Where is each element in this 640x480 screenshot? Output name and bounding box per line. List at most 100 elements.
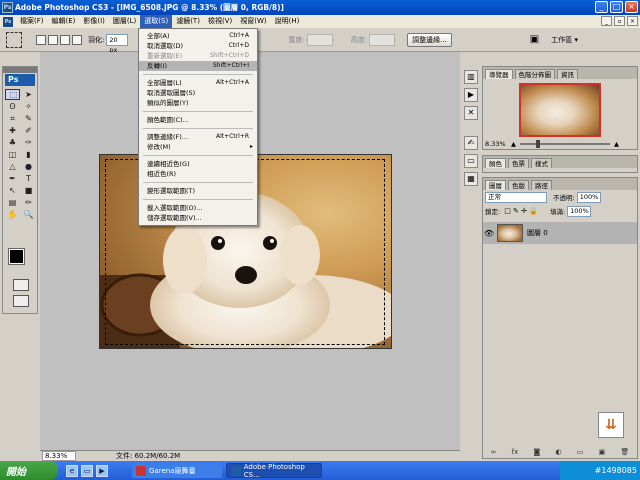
brushes-panel-icon[interactable]: ✍ xyxy=(464,136,478,150)
close-button[interactable]: × xyxy=(625,1,638,13)
clone-stamp-tool-icon[interactable]: ♣ xyxy=(5,137,20,148)
adjustment-layer-icon[interactable]: ◐ xyxy=(555,448,561,458)
menu-item-all-layers[interactable]: 全部圖層(L) Alt+Ctrl+A xyxy=(139,78,257,88)
menu-item-select-all[interactable]: 全部(A) Ctrl+A xyxy=(139,31,257,41)
workspace-button[interactable]: 工作區 ▾ xyxy=(551,35,578,45)
tab-swatches[interactable]: 色票 xyxy=(508,158,529,168)
menu-item-refine-edge[interactable]: 調整邊緣(F)... Alt+Ctrl+R xyxy=(139,132,257,142)
menu-item-deselect[interactable]: 取消選取(D) Ctrl+D xyxy=(139,41,257,51)
tab-channels[interactable]: 色版 xyxy=(508,180,529,190)
fill-input[interactable]: 100% xyxy=(567,205,592,217)
refine-edge-button[interactable]: 調整邊緣... xyxy=(407,32,452,47)
zoom-tool-icon[interactable]: 🔍 xyxy=(21,209,36,220)
lock-icons[interactable]: □ ✎ ✛ 🔒 xyxy=(504,207,538,215)
menu-item-reselect[interactable]: 重新選取(E) Shift+Ctrl+D xyxy=(139,51,257,61)
dodge-tool-icon[interactable]: ● xyxy=(21,161,36,172)
zoom-in-icon[interactable]: ▲ xyxy=(614,140,619,148)
eyedropper-tool-icon[interactable]: ✏ xyxy=(21,197,36,208)
quicklaunch-media-icon[interactable]: ▶ xyxy=(96,464,108,477)
slice-tool-icon[interactable]: ✎ xyxy=(21,113,36,124)
new-layer-icon[interactable]: ▣ xyxy=(599,448,606,458)
menu-item-deselect-layers[interactable]: 取消選取圖層(S) xyxy=(139,88,257,98)
brush-tool-icon[interactable]: ✐ xyxy=(21,125,36,136)
tab-navigator[interactable]: 導覽器 xyxy=(485,69,513,79)
taskbar-item-garena[interactable]: Garena競舞臺 xyxy=(132,463,222,478)
layer-mask-icon[interactable]: ◙ xyxy=(533,448,540,458)
menu-item-color-range[interactable]: 顏色範圍(C)... xyxy=(139,115,257,125)
taskbar-item-photoshop[interactable]: Adobe Photoshop CS... xyxy=(226,463,322,479)
clone-source-icon[interactable]: ▦ xyxy=(464,172,478,186)
shape-tool-icon[interactable]: ■ xyxy=(21,185,36,196)
menu-view[interactable]: 檢視(V) xyxy=(204,15,236,28)
trash-icon[interactable]: 🗑 xyxy=(620,448,629,458)
tab-color[interactable]: 顏色 xyxy=(485,158,506,168)
navigator-zoom[interactable]: 8.33% xyxy=(483,140,511,148)
layer-name[interactable]: 圖層 0 xyxy=(527,228,548,238)
crop-tool-icon[interactable]: ⌗ xyxy=(5,113,20,124)
screen-mode-button[interactable] xyxy=(13,295,29,307)
navigator-preview[interactable] xyxy=(519,83,601,137)
maximize-button[interactable]: □ xyxy=(610,1,623,13)
feather-input[interactable]: 20 px xyxy=(106,33,129,54)
subtract-selection-icon[interactable] xyxy=(60,34,70,45)
actions-panel-icon[interactable]: ✕ xyxy=(464,106,478,120)
doc-minimize-button[interactable]: _ xyxy=(601,16,612,26)
menu-item-modify[interactable]: 修改(M) ▸ xyxy=(139,142,257,152)
menu-file[interactable]: 檔案(F) xyxy=(16,15,48,28)
menu-item-load-selection[interactable]: 載入選取範圍(O)... xyxy=(139,203,257,213)
path-selection-tool-icon[interactable]: ↖ xyxy=(5,185,20,196)
tool-presets-icon[interactable]: ▭ xyxy=(464,154,478,168)
quicklaunch-browser-icon[interactable]: e xyxy=(66,464,78,477)
tools-panel-header[interactable] xyxy=(3,67,37,73)
new-group-icon[interactable]: ▭ xyxy=(577,448,584,458)
pen-tool-icon[interactable]: ✒ xyxy=(5,173,20,184)
quick-mask-button[interactable] xyxy=(13,279,29,291)
zoom-field[interactable]: 8.33% xyxy=(42,451,76,461)
menu-item-grow[interactable]: 連續相近色(G) xyxy=(139,159,257,169)
marquee-tool-preset-icon[interactable] xyxy=(6,31,22,48)
hand-tool-icon[interactable]: ✋ xyxy=(5,209,20,220)
link-layers-icon[interactable]: ∞ xyxy=(491,448,497,458)
history-brush-tool-icon[interactable]: ✑ xyxy=(21,137,36,148)
tab-info[interactable]: 資訊 xyxy=(557,69,578,79)
blend-mode-select[interactable]: 正常 xyxy=(485,191,547,203)
eye-icon[interactable]: 👁 xyxy=(483,229,495,238)
add-selection-icon[interactable] xyxy=(48,34,58,45)
layer-row[interactable]: 👁 圖層 0 xyxy=(483,222,637,244)
zoom-slider[interactable] xyxy=(520,140,610,148)
quicklaunch-desktop-icon[interactable]: ▭ xyxy=(81,464,93,477)
layer-style-icon[interactable]: fx xyxy=(512,448,519,458)
lasso-tool-icon[interactable]: ʘ xyxy=(5,101,20,112)
color-swatches[interactable] xyxy=(8,248,37,275)
menu-image[interactable]: 影像(I) xyxy=(79,15,109,28)
bridge-icon[interactable]: ▣ xyxy=(530,34,539,45)
type-tool-icon[interactable]: T xyxy=(21,173,36,184)
menu-item-transform-selection[interactable]: 變形選取範圍(T) xyxy=(139,186,257,196)
menu-item-similar-layers[interactable]: 類似的圖層(Y) xyxy=(139,98,257,108)
notes-tool-icon[interactable]: ▤ xyxy=(5,197,20,208)
healing-brush-tool-icon[interactable]: ✚ xyxy=(5,125,20,136)
doc-restore-button[interactable]: ▫ xyxy=(614,16,625,26)
foreground-color-swatch[interactable] xyxy=(8,248,25,265)
menu-layer[interactable]: 圖層(L) xyxy=(109,15,140,28)
scroll-down-badge-icon[interactable]: ⇊ xyxy=(598,412,624,438)
menu-item-save-selection[interactable]: 儲存選取範圍(V)... xyxy=(139,213,257,223)
minimize-button[interactable]: _ xyxy=(595,1,608,13)
opacity-input[interactable]: 100% xyxy=(576,191,601,203)
tab-histogram[interactable]: 色階分佈圖 xyxy=(514,69,555,79)
menu-select[interactable]: 選取(S) xyxy=(140,15,173,28)
height-input[interactable] xyxy=(369,33,396,46)
history-panel-icon[interactable]: ▶ xyxy=(464,88,478,102)
histogram-panel-icon[interactable]: ▥ xyxy=(464,70,478,84)
eraser-tool-icon[interactable]: ◫ xyxy=(5,149,20,160)
doc-close-button[interactable]: × xyxy=(627,16,638,26)
tab-paths[interactable]: 路徑 xyxy=(531,180,552,190)
start-button[interactable]: 開始 xyxy=(0,461,58,480)
width-input[interactable] xyxy=(306,33,333,46)
menu-filter[interactable]: 濾鏡(T) xyxy=(172,15,204,28)
menu-item-inverse[interactable]: 反轉(I) Shift+Ctrl+I xyxy=(139,61,257,71)
blur-tool-icon[interactable]: △ xyxy=(5,161,20,172)
menu-item-similar[interactable]: 相近色(R) xyxy=(139,169,257,179)
new-selection-icon[interactable] xyxy=(36,34,46,45)
tab-styles[interactable]: 樣式 xyxy=(531,158,552,168)
